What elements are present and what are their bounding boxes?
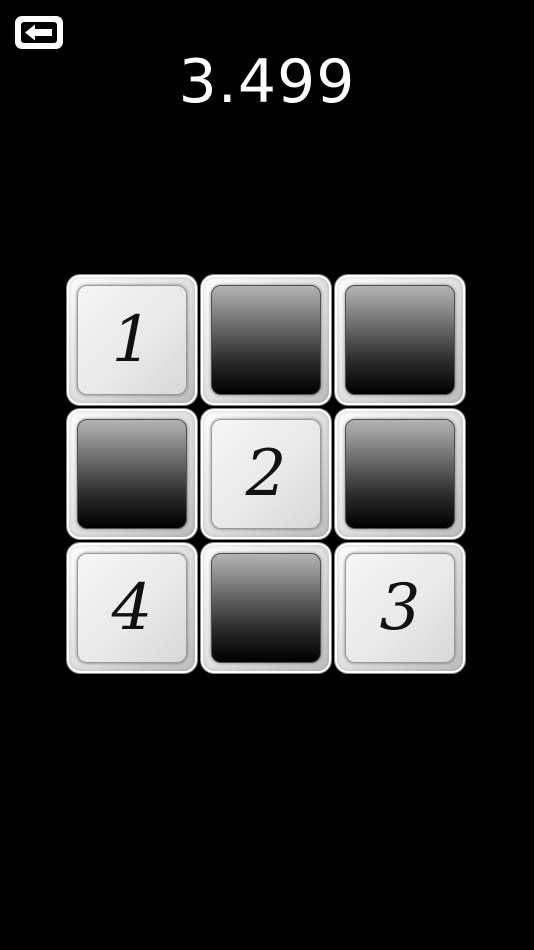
tile-r2-c2[interactable]: 2 xyxy=(200,408,332,540)
tile-r3-c3[interactable]: 3 xyxy=(334,542,466,674)
tile-r2-c1[interactable] xyxy=(66,408,198,540)
tile-number xyxy=(335,275,465,405)
tile-r1-c1[interactable]: 1 xyxy=(66,274,198,406)
tile-number xyxy=(201,543,331,673)
tile-grid: 1 2 4 3 xyxy=(66,274,466,674)
tile-number xyxy=(201,275,331,405)
tile-r1-c2[interactable] xyxy=(200,274,332,406)
tile-number: 2 xyxy=(245,437,287,511)
tile-number: 3 xyxy=(379,571,421,645)
timer-display: 3.499 xyxy=(178,47,356,117)
tile-number: 4 xyxy=(111,571,153,645)
tile-r3-c1[interactable]: 4 xyxy=(66,542,198,674)
tile-r1-c3[interactable] xyxy=(334,274,466,406)
tile-number xyxy=(335,409,465,539)
tile-r3-c2[interactable] xyxy=(200,542,332,674)
tile-r2-c3[interactable] xyxy=(334,408,466,540)
tile-number xyxy=(67,409,197,539)
tile-number: 1 xyxy=(111,303,153,377)
